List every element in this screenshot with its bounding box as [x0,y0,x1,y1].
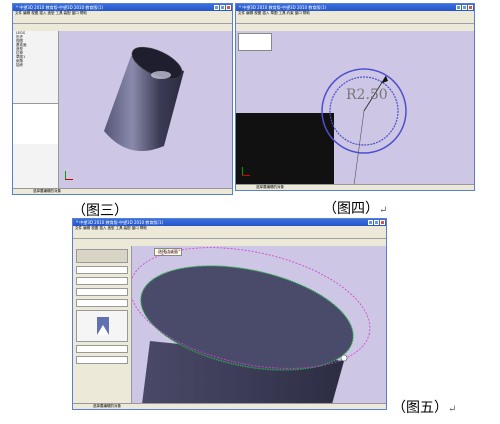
title-bar: * 中望3D 2010 教育版-中望3D 2010 教育版(1) [73,219,386,226]
solid-face [236,113,334,185]
x-axis-indicator [65,179,73,180]
caption-text: （图五） [392,400,448,416]
3d-viewport[interactable]: 选择边或面 [132,246,386,404]
title-bar: * 中望3D 2010 教育版-中望3D 2010 教育版(1) [236,4,474,11]
option-field-6[interactable] [76,356,128,364]
preview-box [76,310,128,342]
tree-item[interactable]: 抽壳 [13,63,58,67]
screenshot-fig4: * 中望3D 2010 教育版-中望3D 2010 教育版(1) 文件 编辑 视… [235,3,475,191]
feature-icon-row [76,249,128,263]
option-field-5[interactable] [76,345,128,353]
maximize-button[interactable] [220,5,225,10]
minimize-button[interactable] [368,220,373,225]
inner-highlight [151,71,171,79]
toolbar [13,16,232,24]
window-title: * 中望3D 2010 教育版-中望3D 2010 教育版(1) [16,5,104,10]
return-mark: ↵ [379,205,388,216]
option-field-1[interactable] [76,266,128,274]
status-bar: 选择要编辑的对象 [73,403,386,409]
toolbar [236,16,474,24]
close-button[interactable] [380,220,385,225]
history-panel: LEGS 历史 视图 基准面 造型 拉伸 草图1 倒角 抽壳 [13,31,59,191]
close-button[interactable] [468,5,473,10]
property-list [13,103,58,144]
construction-line [353,110,365,185]
status-bar: 选择要编辑的对象 [13,188,232,194]
window-title: * 中望3D 2010 教育版-中望3D 2010 教育版(1) [239,5,327,10]
feature-options-panel [73,246,132,404]
close-button[interactable] [226,5,231,10]
option-field-3[interactable] [76,288,128,296]
toolbar [73,231,386,239]
option-field-4[interactable] [76,299,128,307]
maximize-button[interactable] [462,5,467,10]
sketch-viewport[interactable]: R2.50 [236,31,474,185]
minimize-button[interactable] [214,5,219,10]
window-title: * 中望3D 2010 教育版-中望3D 2010 教育版(1) [76,220,164,225]
maximize-button[interactable] [374,220,379,225]
title-bar: * 中望3D 2010 教育版-中望3D 2010 教育版(1) [13,4,232,11]
radius-dimension[interactable]: R2.50 [346,87,388,103]
caption-fig4: （图四）↵ [323,198,387,218]
caption-text: （图三） [72,203,128,219]
screenshot-fig5: * 中望3D 2010 教育版-中望3D 2010 教育版(1) 文件 编辑 视… [72,218,387,410]
caption-text: （图四） [323,201,379,217]
drag-handle[interactable] [340,354,348,362]
cylinder-render [132,247,371,404]
x-axis-indicator [242,175,250,176]
minimize-button[interactable] [456,5,461,10]
3d-viewport[interactable] [59,31,232,189]
option-field-2[interactable] [76,277,128,285]
screenshot-fig3: * 中望3D 2010 教育版-中望3D 2010 教育版(1) 文件 编辑 视… [12,3,233,195]
caption-fig5: （图五）↵ [392,397,456,417]
return-mark: ↵ [448,404,457,415]
y-axis-indicator [65,171,66,179]
fillet-preview-icon [97,317,109,335]
status-bar: 选择要编辑的对象 [236,184,474,190]
y-axis-indicator [242,167,243,175]
sketch-render: R2.50 [236,68,407,185]
cylinder-render [104,46,184,151]
caption-fig3: （图三） [72,200,128,220]
